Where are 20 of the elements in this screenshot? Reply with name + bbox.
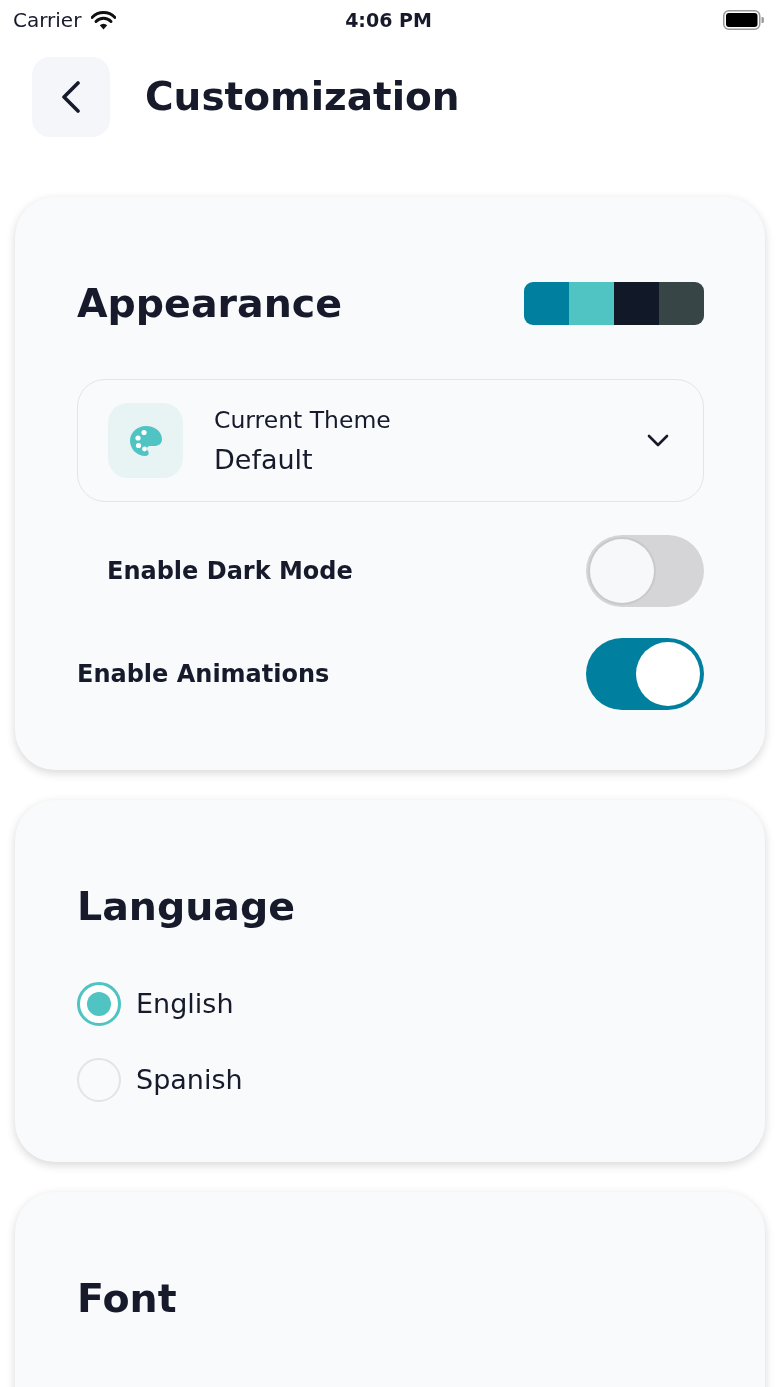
page-title: Customization — [145, 73, 460, 121]
palette-icon — [108, 403, 183, 478]
toggle-label: Enable Animations — [77, 659, 330, 689]
dropdown-value: Default — [214, 442, 314, 477]
back-button[interactable] — [32, 57, 110, 137]
battery-icon — [723, 10, 764, 30]
option-label: English — [136, 987, 234, 1021]
section-title: Appearance — [77, 279, 343, 327]
theme-dropdown[interactable]: Current Theme Default — [77, 379, 704, 502]
dropdown-label: Current Theme — [214, 404, 392, 435]
option-label: Spanish — [136, 1063, 243, 1097]
wifi-icon — [91, 10, 117, 30]
chevron-down-icon — [647, 434, 669, 447]
toggle-label: Enable Dark Mode — [106, 556, 353, 586]
section-title: Font — [77, 1274, 178, 1322]
chevron-left-icon — [61, 81, 81, 113]
section-title: Language — [77, 882, 297, 930]
radio-button[interactable] — [77, 982, 121, 1026]
carrier-label: Carrier — [13, 8, 82, 32]
status-time: 4:06 PM — [345, 8, 432, 32]
